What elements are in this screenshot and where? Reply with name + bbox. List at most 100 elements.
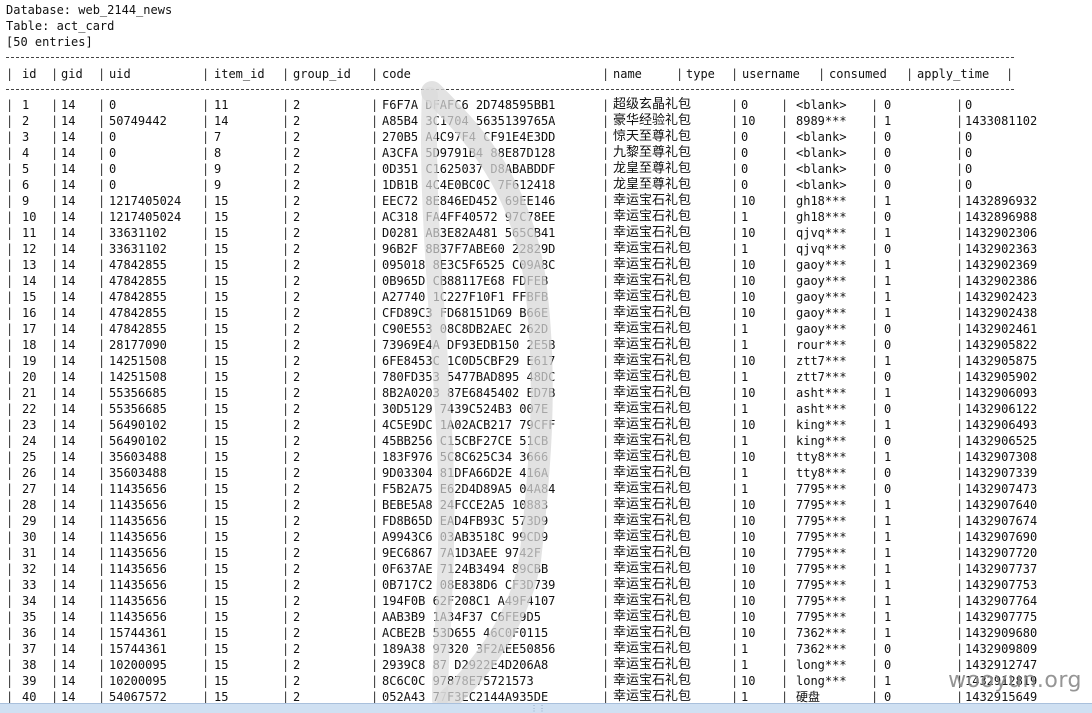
- cell-group-id: 2: [293, 162, 301, 176]
- cell-username: tty8***: [796, 450, 847, 464]
- cell-group-id: 2: [293, 626, 301, 640]
- cell-uid: 0: [109, 98, 117, 112]
- column-separator: |: [602, 226, 610, 240]
- cell-username: king***: [796, 418, 847, 432]
- column-separator: |: [202, 562, 210, 576]
- cell-name: 幸运宝石礼包: [613, 673, 692, 688]
- column-separator: |: [871, 594, 879, 608]
- column-separator: |: [371, 514, 379, 528]
- cell-id: 38: [22, 658, 37, 672]
- cell-apply-time: 1432905875: [965, 354, 1038, 368]
- cell-code: 0B965D CB88117E68 FDFEB: [382, 274, 549, 288]
- column-separator: |: [282, 658, 290, 672]
- col-header-consumed: consumed: [829, 67, 887, 81]
- cell-item-id: 15: [214, 658, 229, 672]
- cell-uid: 55356685: [109, 386, 167, 400]
- column-separator: |: [871, 354, 879, 368]
- column-separator: |: [781, 658, 789, 672]
- column-separator: |: [371, 530, 379, 544]
- column-separator: |: [51, 562, 59, 576]
- column-separator: |: [51, 290, 59, 304]
- cell-code: F6F7A DFAFC6 2D748595BB1: [382, 98, 556, 112]
- cell-group-id: 2: [293, 146, 301, 160]
- column-separator: |: [871, 226, 879, 240]
- table-row: | | | | | | | | | | | 37 14 15744361 15 2 189A38 97320 3…: [6, 641, 1037, 657]
- cell-type: 10: [741, 530, 756, 544]
- column-separator: |: [371, 546, 379, 560]
- cell-apply-time: 1432907775: [965, 610, 1038, 624]
- column-separator: |: [282, 354, 290, 368]
- cell-username: gaoy***: [796, 322, 847, 336]
- cell-id: 5: [22, 162, 30, 176]
- cell-id: 11: [22, 226, 37, 240]
- cell-name: 龙皇至尊礼包: [613, 161, 692, 176]
- column-separator: |: [871, 258, 879, 272]
- column-separator: |: [781, 402, 789, 416]
- column-separator: |: [371, 98, 379, 112]
- cell-username: 7362***: [796, 642, 847, 656]
- column-separator: |: [282, 514, 290, 528]
- column-separator: |: [51, 306, 59, 320]
- cell-consumed: 1: [884, 498, 892, 512]
- cell-consumed: 0: [884, 482, 892, 496]
- cell-consumed: 0: [884, 98, 892, 112]
- column-separator: |: [871, 418, 879, 432]
- cell-group-id: 2: [293, 338, 301, 352]
- column-separator: |: [371, 674, 379, 688]
- cell-item-id: 15: [214, 610, 229, 624]
- cell-name: 幸运宝石礼包: [613, 545, 692, 560]
- cell-username: tty8***: [796, 466, 847, 480]
- cell-type: 10: [741, 514, 756, 528]
- column-separator: |: [202, 482, 210, 496]
- column-separator: |: [51, 258, 59, 272]
- column-separator: |: [6, 562, 14, 576]
- col-header-code: code: [382, 67, 411, 81]
- column-separator: |: [871, 242, 879, 256]
- table-row: | | | | | | | | | | | 11 14 33631102 15 2 D0281 AB3E82A4…: [6, 225, 1037, 241]
- cell-item-id: 15: [214, 418, 229, 432]
- cell-name: 幸运宝石礼包: [613, 577, 692, 592]
- column-separator: |: [781, 338, 789, 352]
- cell-item-id: 15: [214, 546, 229, 560]
- column-separator: |: [6, 402, 14, 416]
- cell-uid: 47842855: [109, 322, 167, 336]
- column-separator: |: [956, 258, 964, 272]
- cell-gid: 14: [61, 210, 76, 224]
- cell-code: A3CFA 5D9791B4 88E87D128: [382, 146, 556, 160]
- cell-type: 10: [741, 226, 756, 240]
- column-separator: |: [871, 514, 879, 528]
- column-separator: |: [202, 610, 210, 624]
- column-separator: |: [602, 642, 610, 656]
- cell-uid: 11435656: [109, 546, 167, 560]
- column-separator: |: [202, 306, 210, 320]
- column-separator: |: [202, 178, 210, 192]
- column-separator: |: [602, 322, 610, 336]
- cell-name: 幸运宝石礼包: [613, 225, 692, 240]
- table-row: | | | | | | | | | | | 16 14 47842855 15 2 CFD89C3 FD6815…: [6, 305, 1037, 321]
- column-separator: |: [51, 130, 59, 144]
- column-separator: |: [781, 450, 789, 464]
- cell-code: 0D351 C1625037 D8ABABDDF: [382, 162, 556, 176]
- column-separator: |: [602, 546, 610, 560]
- table-row: | | | | | | | | | | | 38 14 10200095 15 2 2939C8 87 D292…: [6, 657, 1037, 673]
- cell-item-id: 15: [214, 626, 229, 640]
- column-separator: |: [202, 226, 210, 240]
- cell-apply-time: 1432907308: [965, 450, 1038, 464]
- cell-group-id: 2: [293, 514, 301, 528]
- cell-apply-time: 1432907737: [965, 562, 1038, 576]
- column-separator: |: [871, 114, 879, 128]
- column-separator: |: [602, 162, 610, 176]
- cell-group-id: 2: [293, 466, 301, 480]
- column-separator: |: [602, 418, 610, 432]
- column-separator: |: [781, 386, 789, 400]
- column-separator: |: [51, 530, 59, 544]
- column-separator: |: [781, 530, 789, 544]
- cell-group-id: 2: [293, 642, 301, 656]
- cell-username: qjvq***: [796, 242, 847, 256]
- column-separator: |: [282, 322, 290, 336]
- column-separator: |: [6, 354, 14, 368]
- column-separator: |: [956, 514, 964, 528]
- column-separator: |: [602, 354, 610, 368]
- cell-id: 3: [22, 130, 30, 144]
- cell-uid: 35603488: [109, 466, 167, 480]
